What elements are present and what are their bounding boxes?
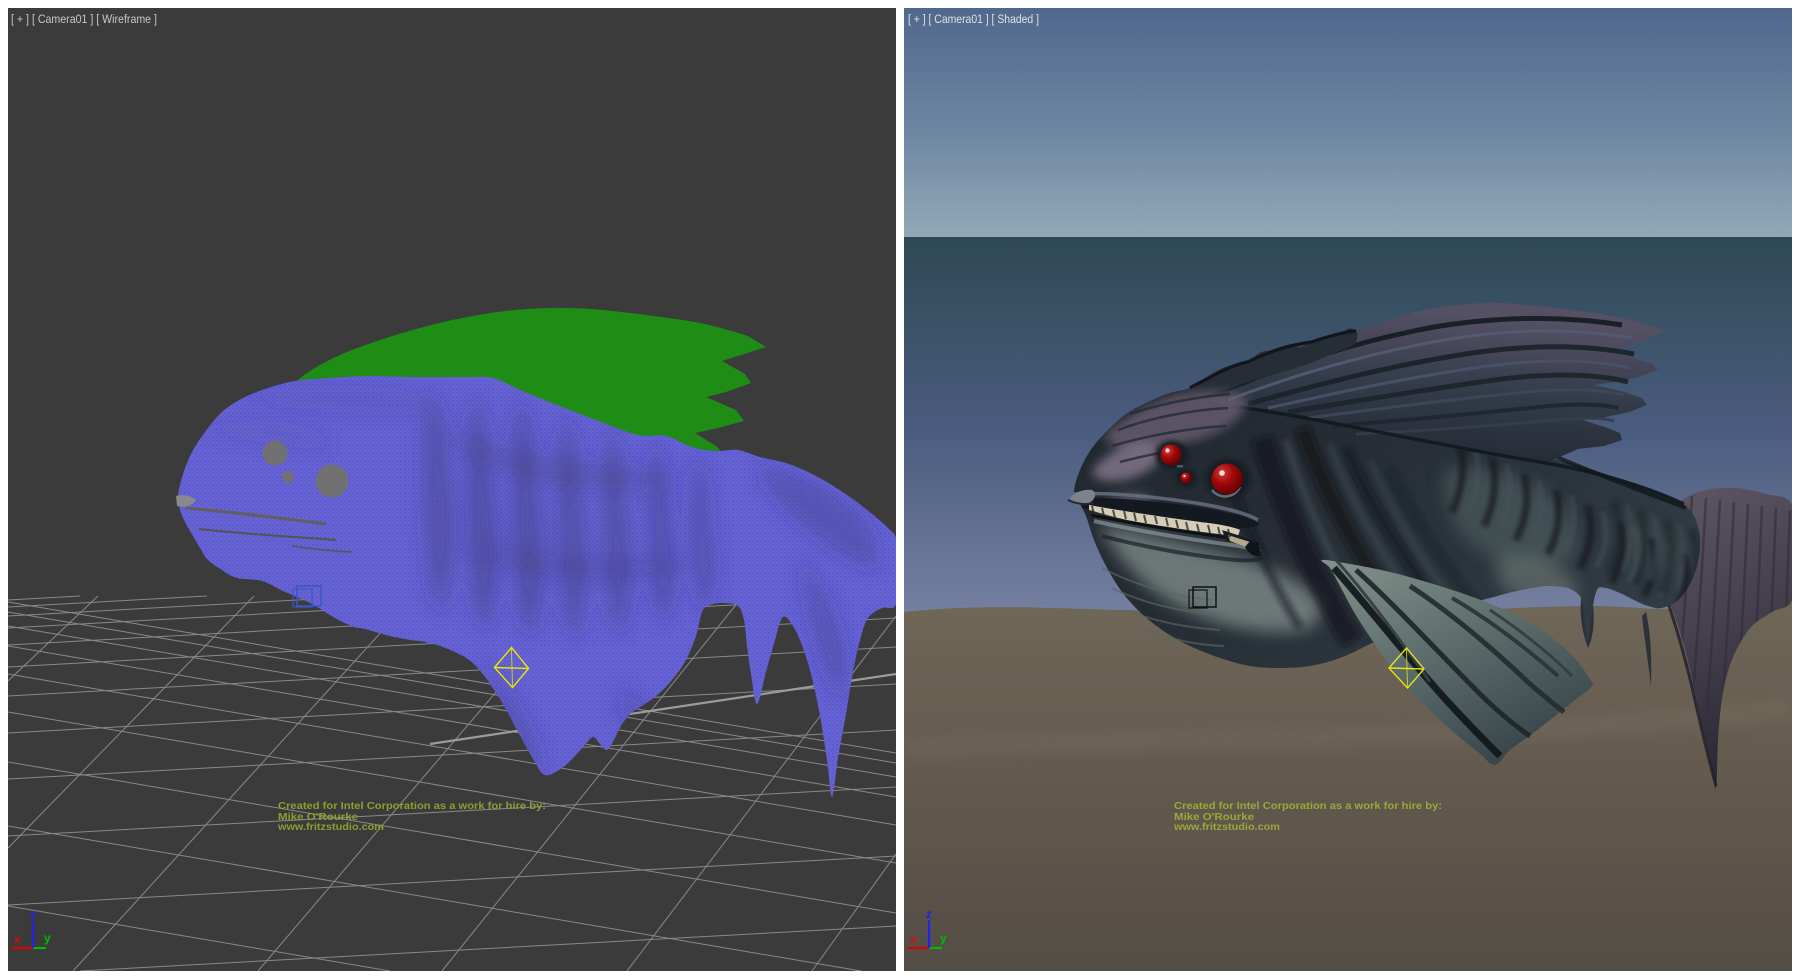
svg-text:[ + ] [ Camera01 ] [ Wireframe: [ + ] [ Camera01 ] [ Wireframe ] [11, 12, 157, 26]
svg-text:www.fritzstudio.com: www.fritzstudio.com [1173, 822, 1280, 833]
svg-text:z: z [30, 907, 36, 921]
svg-text:Created for Intel Corporation: Created for Intel Corporation as a work … [278, 801, 546, 812]
svg-text:y: y [940, 931, 947, 945]
svg-text:z: z [926, 907, 932, 921]
svg-text:x: x [910, 932, 917, 946]
svg-text:[ + ] [ Camera01 ] [ Shaded ]: [ + ] [ Camera01 ] [ Shaded ] [908, 12, 1039, 26]
svg-text:Created for Intel Corporation: Created for Intel Corporation as a work … [1174, 801, 1442, 812]
svg-text:y: y [44, 931, 51, 945]
svg-text:www.fritzstudio.com: www.fritzstudio.com [277, 822, 384, 833]
svg-text:x: x [14, 932, 21, 946]
